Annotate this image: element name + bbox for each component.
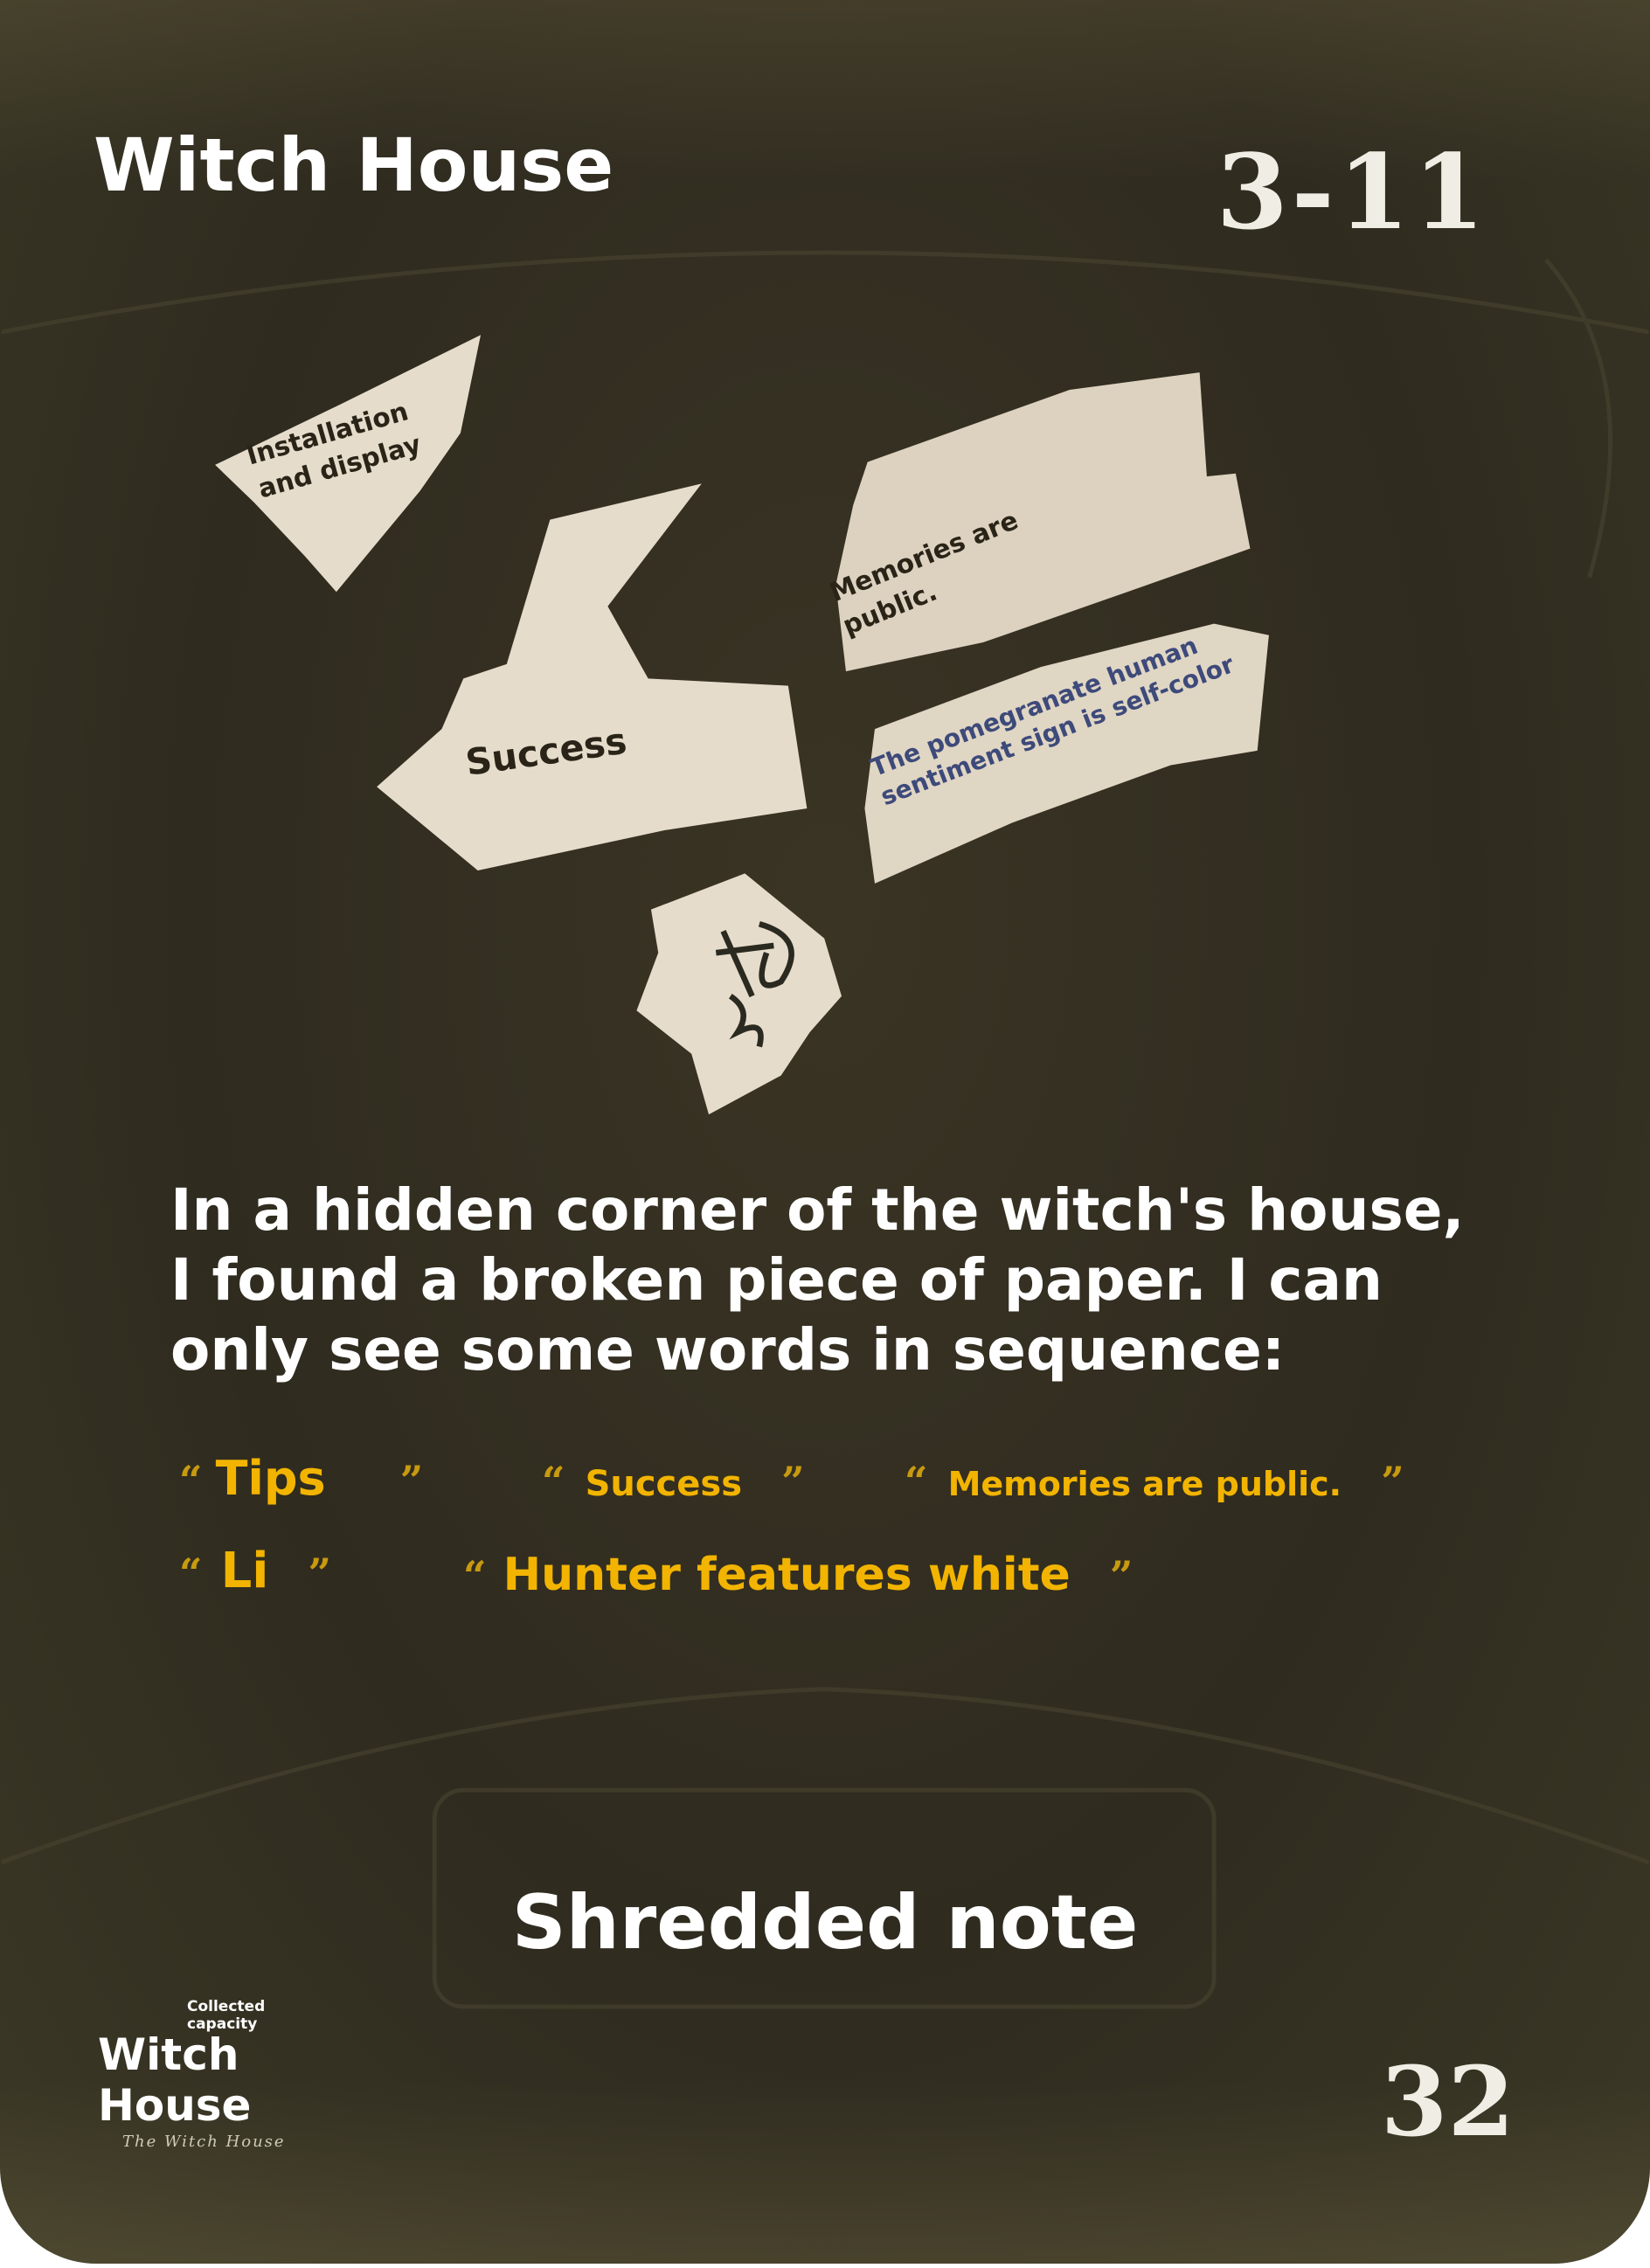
card: Installation and display Success Memorie… — [0, 0, 1650, 2264]
logo: Witch House — [98, 2029, 251, 2131]
logo-subtitle: The Witch House — [122, 2133, 286, 2151]
fragment-memories — [835, 372, 1251, 672]
quote-success: “ Success ” — [542, 1458, 805, 1505]
quote-text: Memories are public. — [947, 1465, 1342, 1503]
quote-text: Hunter features white — [503, 1549, 1071, 1601]
fragment-success — [377, 483, 808, 871]
quote-hunter: “ Hunter features white ” — [463, 1549, 1134, 1601]
card-number: 32 — [1380, 2045, 1515, 2158]
fragment-signature — [636, 873, 842, 1115]
quote-text: Success — [585, 1464, 743, 1504]
quote-memories: “ Memories are public. ” — [905, 1458, 1404, 1505]
quote-text: Li — [220, 1543, 269, 1599]
logo-line2: House — [98, 2080, 252, 2131]
quote-text: Tips — [215, 1451, 326, 1506]
card-name: Shredded note — [511, 1879, 1139, 1966]
card-title: Witch House — [94, 122, 614, 208]
quote-li: “ Li ” — [179, 1543, 332, 1599]
quote-tips: “ Tips ” — [179, 1451, 424, 1506]
story-text: In a hidden corner of the witch's house,… — [170, 1176, 1465, 1384]
logo-line1: Witch — [98, 2029, 239, 2080]
ornament-lines — [0, 250, 1650, 2009]
logo-tag: Collected capacity — [187, 1998, 266, 2033]
card-code: 3-11 — [1216, 131, 1488, 253]
